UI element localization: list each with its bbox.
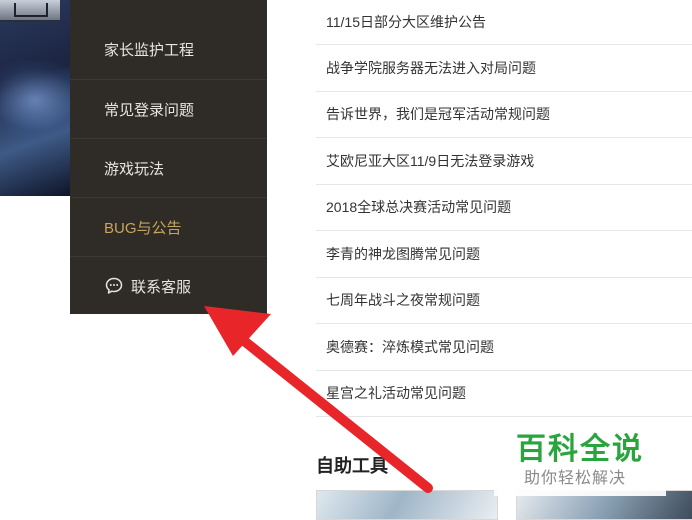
chat-bubble-icon — [105, 277, 123, 294]
list-item[interactable]: 战争学院服务器无法进入对局问题 — [316, 45, 692, 92]
article-list: 11/15日部分大区维护公告 战争学院服务器无法进入对局问题 告诉世界，我们是冠… — [316, 0, 692, 417]
article-link[interactable]: 告诉世界，我们是冠军活动常规问题 — [326, 104, 550, 124]
sidebar-item-contact-support[interactable]: 联系客服 — [70, 256, 267, 315]
tools-section-title: 自助工具 — [316, 456, 388, 476]
watermark-title: 百科全说 — [516, 432, 644, 467]
list-item[interactable]: 告诉世界，我们是冠军活动常规问题 — [316, 92, 692, 138]
sidebar-item-login-issues[interactable]: 常见登录问题 — [70, 79, 267, 138]
list-item[interactable]: 奥德赛：淬炼模式常见问题 — [316, 324, 692, 371]
sidebar-item-label: 家长监护工程 — [104, 42, 195, 59]
article-link[interactable]: 11/15日部分大区维护公告 — [326, 12, 486, 32]
list-item[interactable]: 星宫之礼活动常见问题 — [316, 371, 692, 417]
banner-glow — [0, 60, 70, 140]
list-item[interactable]: 七周年战斗之夜常规问题 — [316, 278, 692, 324]
hero-banner-image — [0, 0, 70, 196]
watermark: 百科全说 助你轻松解决 — [494, 418, 666, 496]
article-link[interactable]: 艾欧尼亚大区11/9日无法登录游戏 — [326, 151, 534, 171]
article-link[interactable]: 2018全球总决赛活动常见问题 — [326, 197, 511, 217]
tool-thumbnail[interactable] — [316, 490, 498, 520]
sidebar-item-parental-control[interactable]: 家长监护工程 — [70, 20, 267, 79]
sidebar-item-label: 游戏玩法 — [104, 160, 165, 178]
sidebar-item-bug-notices[interactable]: BUG与公告 — [70, 197, 267, 256]
article-link[interactable]: 奥德赛：淬炼模式常见问题 — [326, 337, 494, 357]
article-link[interactable]: 李青的神龙图腾常见问题 — [326, 244, 480, 264]
article-link[interactable]: 七周年战斗之夜常规问题 — [326, 290, 480, 310]
sidebar-item-label: BUG与公告 — [104, 219, 182, 237]
sidebar-item-label: 常见登录问题 — [104, 101, 195, 119]
article-link[interactable]: 战争学院服务器无法进入对局问题 — [326, 58, 536, 78]
banner-logo-fragment — [0, 0, 60, 22]
list-item[interactable]: 艾欧尼亚大区11/9日无法登录游戏 — [316, 138, 692, 185]
list-item[interactable]: 2018全球总决赛活动常见问题 — [316, 185, 692, 231]
sidebar-menu: 家长监护工程 常见登录问题 游戏玩法 BUG与公告 联系客服 — [70, 0, 267, 314]
list-item[interactable]: 11/15日部分大区维护公告 — [316, 0, 692, 45]
article-link[interactable]: 星宫之礼活动常见问题 — [326, 383, 466, 403]
list-item[interactable]: 李青的神龙图腾常见问题 — [316, 231, 692, 278]
watermark-subtitle: 助你轻松解决 — [524, 470, 627, 487]
sidebar-item-label: 联系客服 — [131, 278, 192, 296]
sidebar-item-gameplay[interactable]: 游戏玩法 — [70, 138, 267, 197]
